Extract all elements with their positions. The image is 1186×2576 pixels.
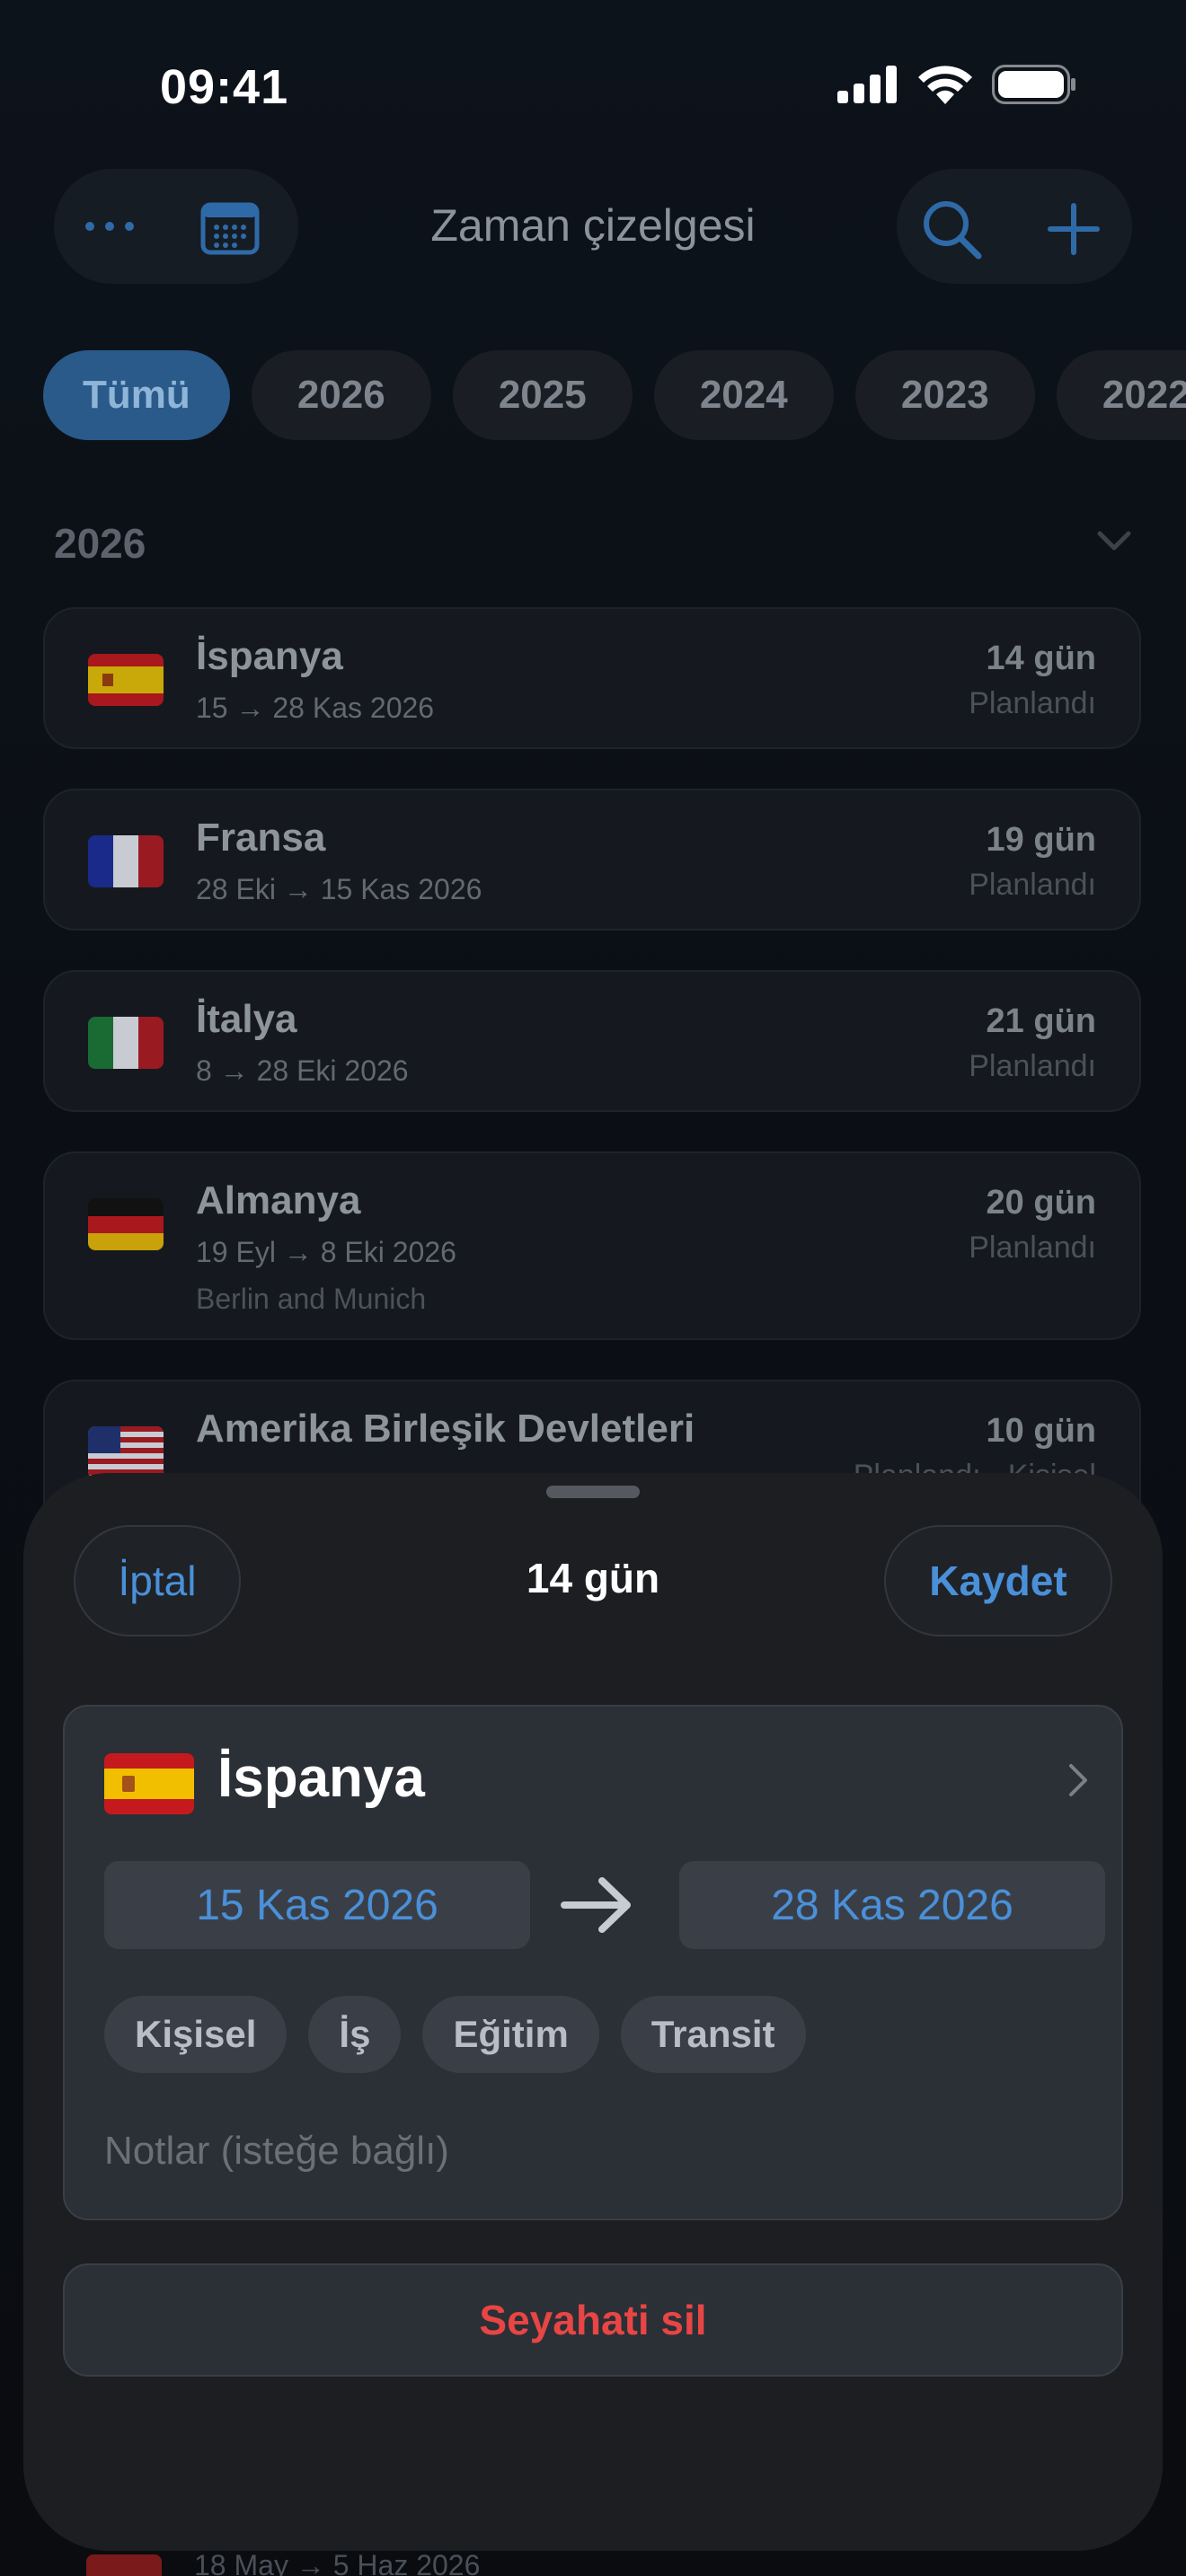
- trip-days: 21 gün: [986, 1002, 1096, 1040]
- trip-status: Planlandı: [969, 1231, 1096, 1265]
- save-button[interactable]: Kaydet: [884, 1525, 1112, 1636]
- flag-spain-icon: [88, 654, 164, 706]
- section-title-2026: 2026: [54, 520, 146, 567]
- section-collapse-toggle[interactable]: [1096, 530, 1132, 556]
- chip-2026[interactable]: 2026: [251, 350, 431, 440]
- trip-name: Fransa: [196, 816, 326, 860]
- timeline-screen: 09:41 Zaman çizelgesi Tümü 2026 2025 202…: [0, 0, 1186, 2576]
- trip-card-france[interactable]: Fransa 28 Eki → 15 Kas 2026 19 gün Planl…: [43, 789, 1141, 931]
- add-trip-button[interactable]: [1040, 196, 1107, 262]
- flag-usa-icon: [88, 1426, 164, 1478]
- trip-status: Planlandı: [969, 1049, 1096, 1083]
- header-right-group: [897, 169, 1132, 284]
- chip-2023[interactable]: 2023: [854, 350, 1035, 440]
- country-selector[interactable]: İspanya: [217, 1746, 425, 1810]
- delete-trip-button[interactable]: Seyahati sil: [63, 2263, 1123, 2377]
- trip-dates: 8 → 28 Eki 2026: [196, 1054, 409, 1087]
- trip-name: İtalya: [196, 997, 297, 1041]
- flag-italy-icon: [88, 1017, 164, 1069]
- end-date-field[interactable]: 28 Kas 2026: [679, 1861, 1105, 1949]
- notes-input[interactable]: [104, 2120, 1003, 2183]
- flag-peek-icon: [86, 2554, 162, 2576]
- chip-2022[interactable]: 2022: [1056, 350, 1186, 440]
- trip-category-tags: Kişisel İş Eğitim Transit: [104, 1996, 806, 2073]
- status-time: 09:41: [160, 60, 289, 114]
- year-filter-chips: Tümü 2026 2025 2024 2023 2022: [43, 350, 1186, 440]
- chevron-down-icon: [1097, 531, 1131, 551]
- signal-icon: [837, 66, 897, 103]
- trip-card-spain[interactable]: İspanya 15 → 28 Kas 2026 14 gün Planland…: [43, 607, 1141, 749]
- trip-dates: 18 May → 5 Haz 2026: [194, 2549, 481, 2576]
- chip-2025[interactable]: 2025: [452, 350, 633, 440]
- trip-card-italy[interactable]: İtalya 8 → 28 Eki 2026 21 gün Planlandı: [43, 970, 1141, 1112]
- trip-form-card: İspanya 15 Kas 2026 28 Kas 2026 Kişisel …: [63, 1705, 1123, 2220]
- trip-days: 20 gün: [986, 1184, 1096, 1222]
- flag-france-icon: [88, 835, 164, 887]
- country-selector-chevron[interactable]: [1067, 1762, 1089, 1803]
- trip-days: 10 gün: [986, 1412, 1096, 1450]
- flag-germany-icon: [88, 1198, 164, 1250]
- edit-trip-sheet: İptal 14 gün Kaydet İspanya 15 Kas 2026 …: [23, 1473, 1163, 2551]
- chip-all[interactable]: Tümü: [43, 350, 230, 440]
- status-icons: [837, 65, 1076, 104]
- trip-dates: 15 → 28 Kas 2026: [196, 692, 435, 724]
- tag-work[interactable]: İş: [308, 1996, 402, 2073]
- trip-dates: 28 Eki → 15 Kas 2026: [196, 873, 482, 905]
- trip-name: Almanya: [196, 1178, 361, 1222]
- trip-status: Planlandı: [969, 868, 1096, 902]
- arrow-right-icon: [561, 1877, 631, 1933]
- flag-spain-icon: [104, 1753, 194, 1814]
- trip-status: Planlandı: [969, 686, 1096, 720]
- battery-icon: [992, 65, 1075, 104]
- wifi-icon: [918, 66, 972, 104]
- trip-dates: 19 Eyl → 8 Eki 2026: [196, 1236, 456, 1268]
- tag-transit[interactable]: Transit: [620, 1996, 806, 2073]
- start-date-field[interactable]: 15 Kas 2026: [104, 1861, 530, 1949]
- trip-name: Amerika Birleşik Devletleri: [196, 1407, 695, 1451]
- chip-2024[interactable]: 2024: [653, 350, 834, 440]
- plus-icon: [1048, 203, 1100, 255]
- trip-name: İspanya: [196, 634, 343, 678]
- trip-note: Berlin and Munich: [196, 1283, 427, 1315]
- search-button[interactable]: [915, 192, 988, 266]
- trip-card-germany[interactable]: Almanya 19 Eyl → 8 Eki 2026 Berlin and M…: [43, 1151, 1141, 1340]
- trip-days: 19 gün: [986, 821, 1096, 859]
- tag-personal[interactable]: Kişisel: [104, 1996, 288, 2073]
- chevron-right-icon: [1069, 1764, 1087, 1796]
- trip-days: 14 gün: [986, 640, 1096, 677]
- search-icon: [924, 201, 982, 260]
- date-range-arrow: [561, 1874, 633, 1941]
- tag-education[interactable]: Eğitim: [422, 1996, 599, 2073]
- sheet-grabber[interactable]: [546, 1486, 640, 1498]
